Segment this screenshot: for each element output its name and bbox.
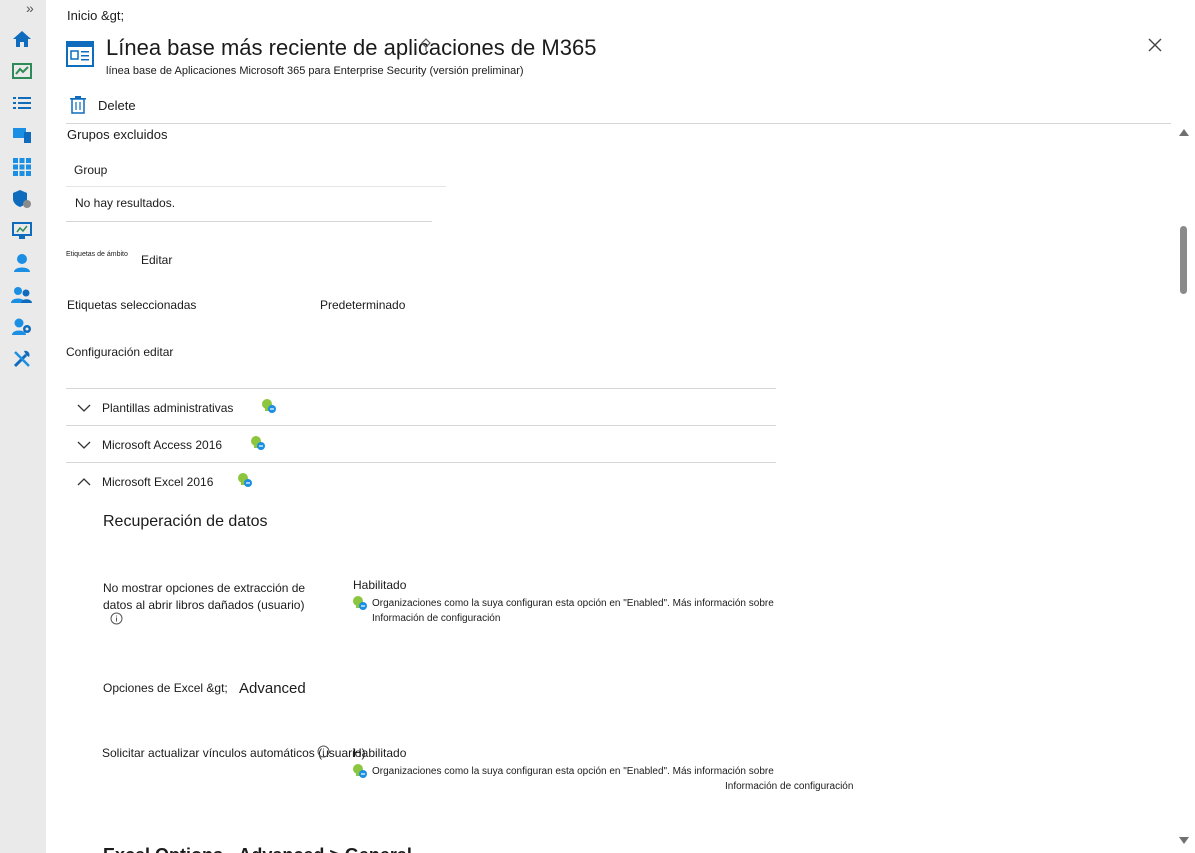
recommendation-bulb-icon [352, 763, 368, 784]
scope-tags-label: Etiquetas de ámbito [66, 251, 128, 258]
excel-options-breadcrumb: Opciones de Excel &gt; [103, 681, 228, 695]
chevron-up-icon [77, 478, 91, 486]
scope-tags-edit-link[interactable]: Editar [141, 253, 172, 267]
reports-icon[interactable] [11, 221, 33, 241]
excluded-groups-heading: Grupos excluidos [67, 127, 168, 142]
info-icon[interactable] [110, 612, 123, 630]
apps-icon[interactable] [11, 157, 33, 177]
troubleshooting-icon[interactable] [11, 349, 33, 369]
chevron-down-icon [77, 441, 91, 449]
setting-value: Habilitado [353, 746, 407, 760]
home-icon[interactable] [11, 29, 33, 49]
profile-icon [66, 41, 94, 72]
dashboard-icon[interactable] [11, 61, 33, 81]
endpoint-security-icon[interactable] [11, 189, 33, 209]
scrollbar-thumb[interactable] [1180, 226, 1187, 294]
scroll-up-icon[interactable] [1179, 129, 1189, 136]
page-subtitle: línea base de Aplicaciones Microsoft 365… [106, 65, 524, 77]
tenant-admin-icon[interactable] [11, 317, 33, 337]
recommendation-note: Organizaciones como la suya configuran e… [372, 766, 774, 777]
groups-icon[interactable] [11, 285, 33, 305]
page-title: Línea base más reciente de aplicaciones … [106, 35, 597, 60]
section-label: Microsoft Excel 2016 [102, 475, 214, 489]
section-administrative-templates[interactable]: Plantillas administrativas [66, 390, 776, 426]
devices-icon[interactable] [11, 125, 33, 145]
left-nav-rail: » [0, 0, 46, 853]
close-icon[interactable] [1146, 36, 1164, 54]
section-label: Plantillas administrativas [102, 401, 234, 415]
selected-tags-value: Predeterminado [320, 298, 406, 312]
config-info-link[interactable]: Información de configuración [725, 781, 853, 792]
all-services-icon[interactable] [11, 93, 33, 113]
delete-button[interactable]: Delete [70, 96, 136, 114]
trash-icon [70, 96, 86, 114]
next-setting-group-title: Excel Options - Advanced > General [103, 842, 412, 853]
section-excel-2016[interactable]: Microsoft Excel 2016 [66, 464, 776, 500]
excel-options-category: Advanced [239, 680, 306, 697]
section-access-2016[interactable]: Microsoft Access 2016 [66, 427, 776, 463]
recommendation-bulb-icon [352, 595, 368, 616]
scroll-down-icon[interactable] [1179, 837, 1189, 844]
recommendation-note: Organizaciones como la suya configuran e… [372, 598, 774, 609]
delete-label: Delete [98, 97, 136, 113]
no-results-text: No hay resultados. [75, 196, 176, 210]
config-info-link[interactable]: Información de configuración [372, 613, 500, 624]
pin-icon[interactable] [420, 38, 432, 55]
config-divider [66, 425, 776, 426]
breadcrumb[interactable]: Inicio &gt; [67, 8, 124, 23]
recommendation-bulb-icon [262, 399, 277, 413]
toolbar-divider [66, 123, 1171, 124]
users-icon[interactable] [11, 253, 33, 273]
configuration-edit-link[interactable]: Configuración editar [66, 345, 173, 359]
section-label: Microsoft Access 2016 [102, 438, 223, 452]
setting-value: Habilitado [353, 578, 407, 592]
group-column-header: Group [74, 163, 108, 177]
expand-nav-icon[interactable]: » [26, 0, 34, 16]
config-divider-top [66, 388, 776, 389]
table-divider [66, 221, 432, 222]
config-divider [66, 462, 776, 463]
selected-tags-label: Etiquetas seleccionadas [67, 298, 197, 312]
recommendation-bulb-icon [238, 473, 253, 487]
main-panel: Inicio &gt; Línea base más reciente de a… [46, 0, 1195, 853]
recommendation-bulb-icon [251, 436, 266, 450]
info-icon[interactable] [317, 745, 330, 763]
table-header-divider [66, 186, 446, 187]
setting-group-title: Recuperación de datos [103, 513, 268, 530]
setting-name: No mostrar opciones de extracción de dat… [103, 581, 306, 612]
chevron-down-icon [77, 404, 91, 412]
